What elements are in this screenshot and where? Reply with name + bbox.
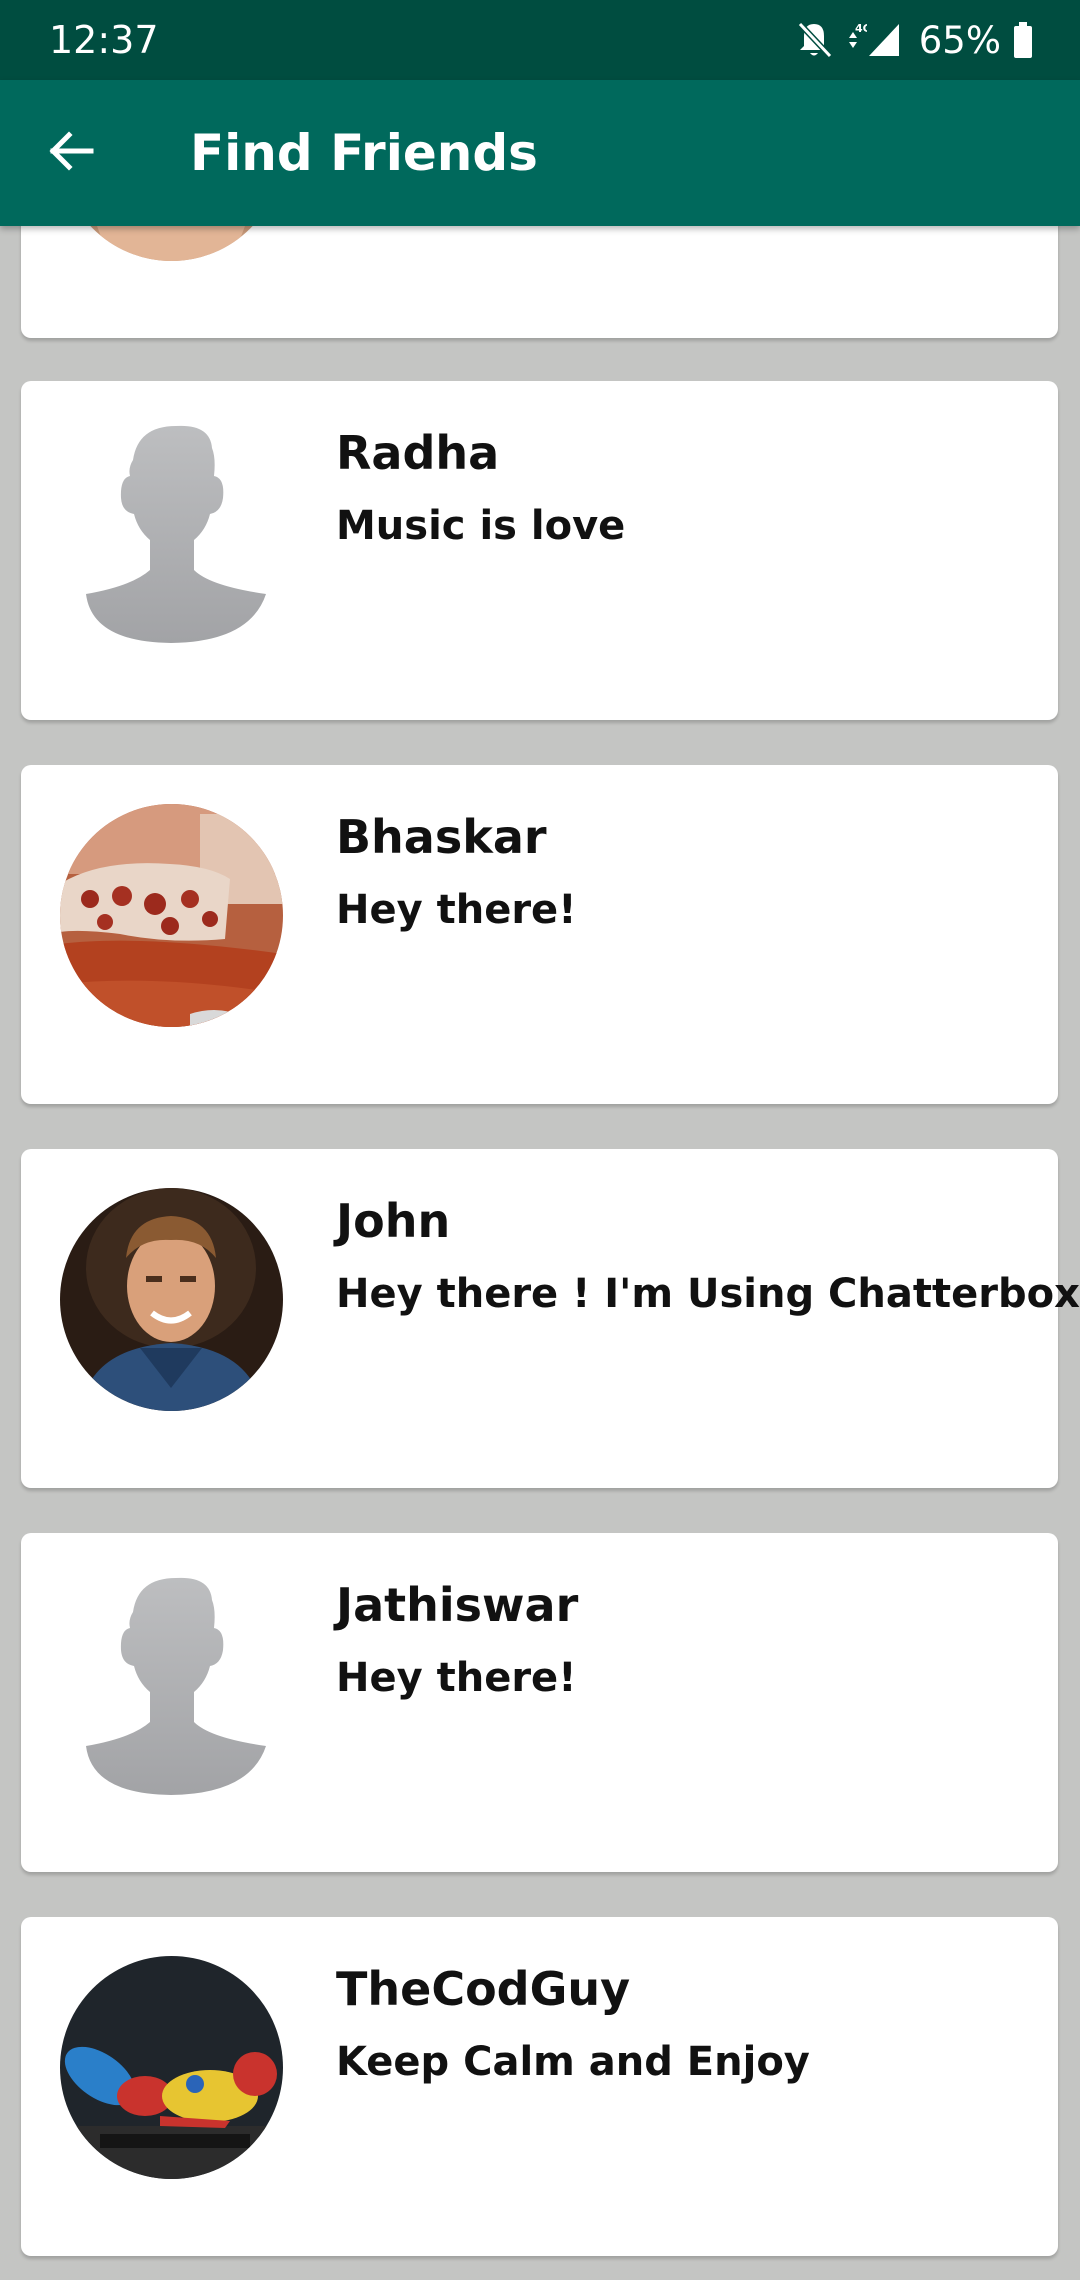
friend-name: Radha <box>336 426 500 480</box>
battery-icon <box>1013 20 1033 60</box>
app-bar: Find Friends <box>0 80 1080 226</box>
status-time: 12:37 <box>49 18 159 62</box>
status-icons: 4G 65% <box>795 16 1033 64</box>
friend-card[interactable]: TheCodGuy Keep Calm and Enjoy <box>21 1917 1058 2256</box>
friend-avatar <box>60 1188 283 1411</box>
friend-card[interactable]: Bhaskar Hey there! <box>21 765 1058 1104</box>
signal-icon <box>867 20 901 60</box>
default-avatar-icon <box>60 420 283 643</box>
friend-avatar <box>60 804 283 1027</box>
svg-text:4G: 4G <box>855 22 867 35</box>
arrow-left-icon <box>47 129 95 178</box>
friend-status: Hey there ! I'm Using Chatterbox <box>336 1271 1080 1317</box>
network-4g-icon: 4G <box>845 20 867 60</box>
friend-name: TheCodGuy <box>336 1962 631 2016</box>
friend-card[interactable]: Radha Music is love <box>21 381 1058 720</box>
friend-name: John <box>336 1194 451 1248</box>
battery-percentage: 65% <box>918 18 1001 62</box>
back-button[interactable] <box>38 120 104 186</box>
friend-card[interactable]: John Hey there ! I'm Using Chatterbox <box>21 1149 1080 1488</box>
friend-card[interactable]: Jathiswar Hey there! <box>21 1533 1058 1872</box>
friend-status: Hey there! <box>336 1655 577 1701</box>
default-avatar-icon <box>60 1572 283 1795</box>
bell-muted-icon <box>795 20 833 60</box>
friend-status: Hey there! <box>336 887 577 933</box>
friend-name: Jathiswar <box>336 1578 579 1632</box>
friends-list[interactable]: Radha Music is love Bhaskar Hey there! J… <box>0 0 1080 2280</box>
friend-status: Music is love <box>336 503 626 549</box>
status-bar: 12:37 4G 65% <box>0 0 1080 80</box>
friend-status: Keep Calm and Enjoy <box>336 2039 810 2085</box>
friend-name: Bhaskar <box>336 810 547 864</box>
friend-avatar <box>60 1956 283 2179</box>
page-title: Find Friends <box>190 124 538 182</box>
